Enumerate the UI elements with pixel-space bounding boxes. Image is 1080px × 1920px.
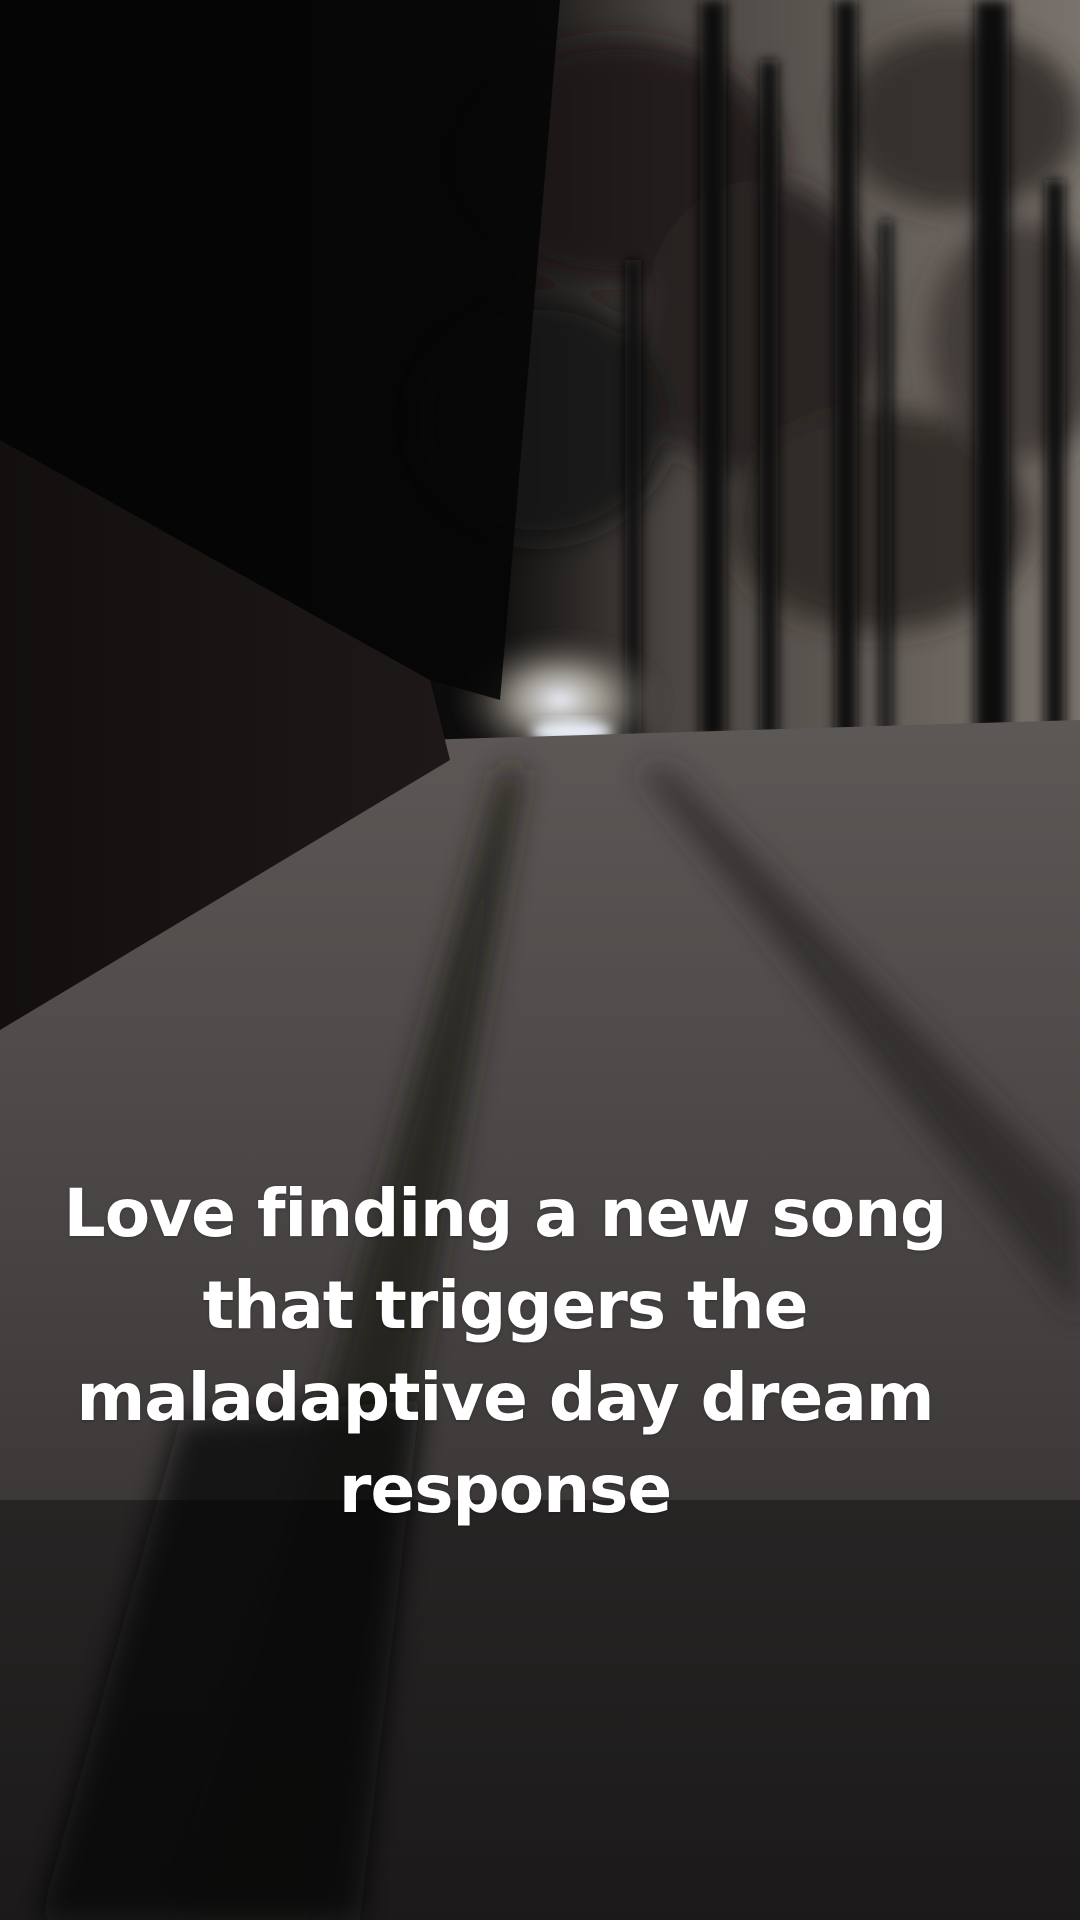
night-snow-path-photo xyxy=(0,0,1080,1920)
video-frame: Love finding a new song that triggers th… xyxy=(0,0,1080,1920)
overlay-caption: Love finding a new song that triggers th… xyxy=(63,1175,948,1528)
